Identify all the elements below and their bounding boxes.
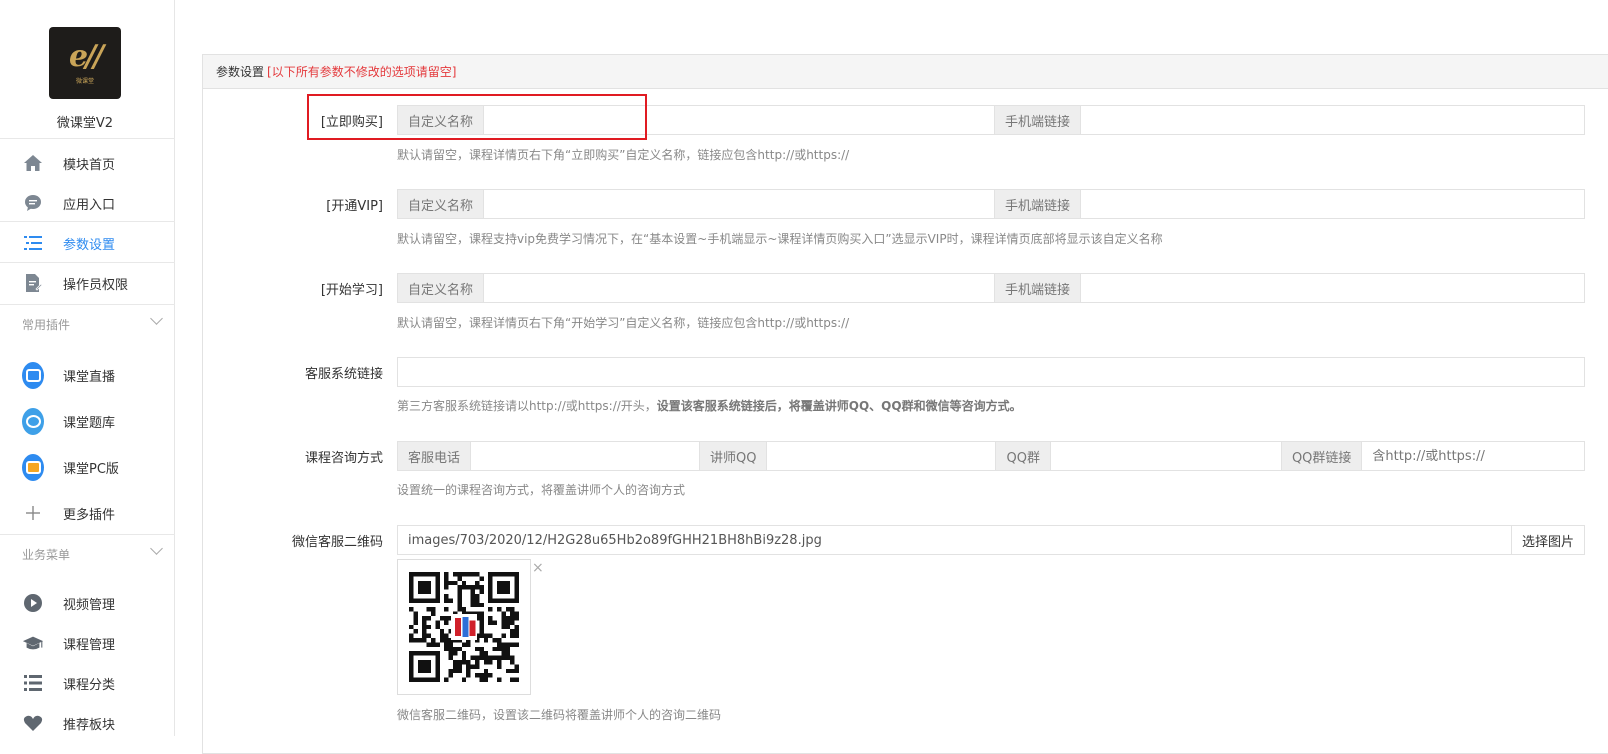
wechat-qr-help: 微信客服二维码，设置该二维码将覆盖讲师个人的咨询二维码	[397, 708, 722, 722]
plus-icon	[22, 502, 44, 524]
buy-now-name-addon: 自定义名称	[398, 106, 485, 134]
consult-help: 设置统一的课程咨询方式，将覆盖讲师个人的咨询方式	[397, 483, 686, 497]
heart-icon	[22, 712, 44, 734]
start-study-link-addon: 手机端链接	[994, 274, 1082, 302]
panel-notice: [以下所有参数不修改的选项请留空]	[267, 65, 457, 79]
live-plugin-icon	[22, 361, 44, 389]
qq-group-link-input[interactable]	[1362, 442, 1584, 470]
app-logo: e// 微课堂	[49, 27, 121, 99]
consult-label: 课程咨询方式	[304, 451, 383, 466]
teacher-qq-addon: 讲师QQ	[699, 442, 768, 470]
phone-input[interactable]	[471, 442, 700, 470]
sidebar-item-operator-permissions[interactable]: 操作员权限	[0, 264, 175, 302]
start-study-name-addon: 自定义名称	[398, 274, 485, 302]
select-image-button[interactable]: 选择图片	[1510, 526, 1584, 554]
phone-addon: 客服电话	[398, 442, 472, 470]
open-vip-label: [开通VIP]	[326, 199, 383, 214]
sidebar-item-course-category[interactable]: 课程分类	[0, 664, 175, 702]
graduation-cap-icon	[22, 632, 44, 654]
open-vip-input-group: 自定义名称 手机端链接	[397, 189, 1585, 219]
wechat-qr-path-input[interactable]	[398, 526, 1511, 554]
wechat-qr-label: 微信客服二维码	[291, 535, 383, 550]
buy-now-input-group: 自定义名称 手机端链接	[397, 105, 1585, 135]
open-vip-help: 默认请留空，课程支持vip免费学习情况下，在“基本设置~手机端显示~课程详情页购…	[397, 232, 1163, 246]
buy-now-link-addon: 手机端链接	[994, 106, 1082, 134]
service-link-input-group	[397, 357, 1585, 387]
panel-title: 参数设置	[216, 65, 265, 79]
qq-group-input[interactable]	[1050, 442, 1281, 470]
buy-now-label: [立即购买]	[320, 115, 383, 130]
open-vip-name-addon: 自定义名称	[398, 190, 485, 218]
sidebar-item-pc-version[interactable]: 课堂PC版	[0, 448, 175, 486]
service-link-label: 客服系统链接	[304, 367, 383, 382]
play-circle-icon	[22, 592, 44, 614]
panel-header: 参数设置 [以下所有参数不修改的选项请留空]	[203, 55, 1608, 89]
close-icon[interactable]: ×	[532, 560, 544, 576]
sidebar-item-video-management[interactable]: 视频管理	[0, 584, 175, 622]
open-vip-link-addon: 手机端链接	[994, 190, 1082, 218]
chevron-down-icon[interactable]	[150, 542, 163, 555]
plugins-group-title: 常用插件	[22, 318, 71, 332]
question-bank-plugin-icon	[22, 407, 44, 435]
sidebar: e// 微课堂 微课堂V2 模块首页 应用入口 参数设置 操作员权限 常用插件	[0, 0, 175, 736]
business-group-title: 业务菜单	[22, 548, 71, 562]
start-study-help: 默认请留空，课程详情页右下角“开始学习”自定义名称，链接应包含http://或h…	[397, 316, 850, 330]
sidebar-item-more-plugins[interactable]: 更多插件	[0, 494, 175, 532]
qq-group-addon: QQ群	[995, 442, 1051, 470]
sidebar-item-app-entry[interactable]: 应用入口	[0, 184, 175, 222]
buy-now-link-input[interactable]	[1081, 106, 1584, 134]
start-study-name-input[interactable]	[484, 274, 995, 302]
sidebar-item-live[interactable]: 课堂直播	[0, 356, 175, 394]
buy-now-name-input[interactable]	[484, 106, 995, 134]
sidebar-item-question-bank[interactable]: 课堂题库	[0, 402, 175, 440]
qr-code-preview	[397, 559, 531, 695]
pc-plugin-icon	[22, 453, 44, 481]
app-name: 微课堂V2	[56, 116, 114, 131]
open-vip-link-input[interactable]	[1081, 190, 1584, 218]
consult-input-group: 客服电话 讲师QQ QQ群 QQ群链接	[397, 441, 1585, 471]
open-vip-name-input[interactable]	[484, 190, 995, 218]
list-icon	[22, 672, 44, 694]
buy-now-help: 默认请留空，课程详情页右下角“立即购买”自定义名称，链接应包含http://或h…	[397, 148, 850, 162]
sidebar-item-settings[interactable]: 参数设置	[0, 224, 175, 262]
service-link-input[interactable]	[398, 358, 1584, 386]
start-study-input-group: 自定义名称 手机端链接	[397, 273, 1585, 303]
start-study-link-input[interactable]	[1081, 274, 1584, 302]
chat-bubble-icon	[22, 192, 44, 214]
chevron-down-icon[interactable]	[150, 312, 163, 325]
list-settings-icon	[22, 232, 44, 254]
qr-code-image	[409, 572, 519, 682]
sidebar-item-recommend-block[interactable]: 推荐板块	[0, 704, 175, 742]
home-icon	[22, 152, 44, 174]
teacher-qq-input[interactable]	[767, 442, 996, 470]
wechat-qr-input-group: 选择图片	[397, 525, 1585, 555]
document-edit-icon	[22, 272, 44, 294]
qq-group-link-addon: QQ群链接	[1280, 442, 1363, 470]
sidebar-item-home[interactable]: 模块首页	[0, 144, 175, 182]
service-link-help: 第三方客服系统链接请以http://或https://开头，设置该客服系统链接后…	[397, 399, 1022, 413]
sidebar-item-course-management[interactable]: 课程管理	[0, 624, 175, 662]
start-study-label: [开始学习]	[320, 283, 383, 298]
